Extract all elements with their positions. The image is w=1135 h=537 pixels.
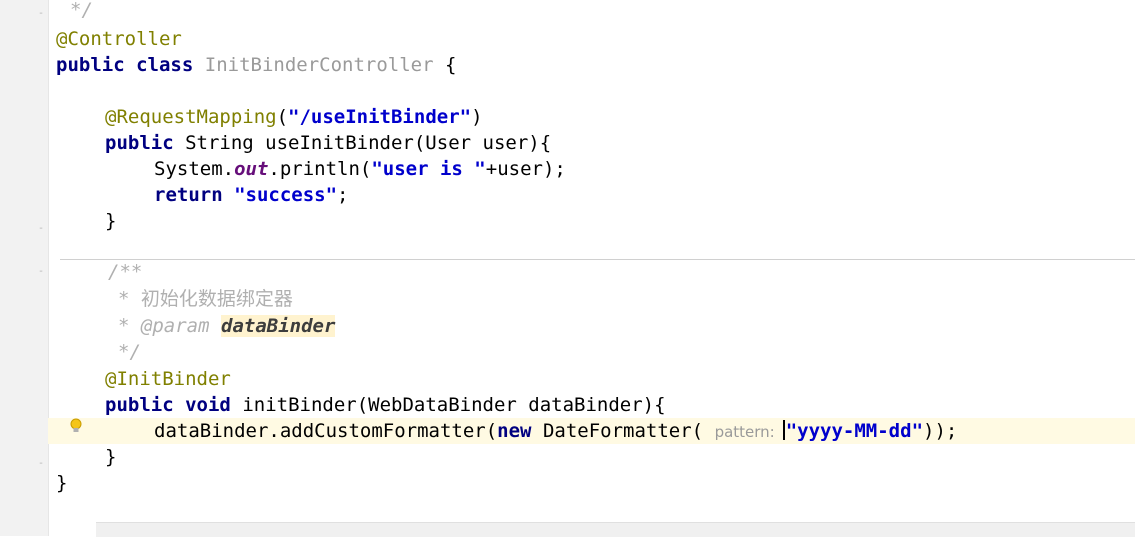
parameter-hint: pattern:: [714, 423, 775, 441]
text-caret: [782, 420, 785, 440]
code-line: */: [118, 341, 141, 363]
code-line: @RequestMapping("/useInitBinder"): [105, 106, 483, 128]
editor-gutter: - - - -: [0, 0, 49, 536]
code-editor[interactable]: */ @Controller public class InitBinderCo…: [48, 0, 1135, 537]
fold-marker-icon[interactable]: -: [38, 224, 46, 234]
code-line-current: dataBinder.addCustomFormatter(new DateFo…: [154, 420, 958, 442]
code-line: }: [105, 210, 117, 232]
fold-marker-icon[interactable]: -: [38, 459, 46, 469]
editor-bottom-strip: [96, 522, 1135, 537]
code-line: public String useInitBinder(User user){: [105, 132, 552, 154]
code-line: }: [105, 446, 117, 468]
annotation-initbinder: @InitBinder: [105, 368, 231, 390]
code-line: return "success";: [154, 184, 349, 206]
fold-marker-icon[interactable]: -: [38, 9, 46, 19]
javadoc-param-name: dataBinder: [221, 315, 336, 337]
code-line: public void initBinder(WebDataBinder dat…: [105, 394, 666, 416]
annotation-controller: @Controller: [56, 28, 182, 50]
code-line: @Controller: [48, 26, 1135, 52]
lightbulb-icon[interactable]: [70, 418, 82, 434]
javadoc-description: 初始化数据绑定器: [140, 288, 293, 310]
code-line: }: [56, 472, 68, 494]
code-line: @InitBinder: [48, 366, 1135, 392]
fold-marker-icon[interactable]: -: [38, 267, 46, 277]
code-line: System.out.println("user is "+user);: [154, 158, 566, 180]
class-name: InitBinderController: [204, 54, 434, 76]
code-line: * @param dataBinder: [118, 315, 336, 337]
code-line: */: [70, 0, 93, 21]
code-line: /**: [108, 261, 143, 283]
code-line: * 初始化数据绑定器: [118, 288, 293, 310]
code-line: public class InitBinderController {: [56, 54, 457, 76]
